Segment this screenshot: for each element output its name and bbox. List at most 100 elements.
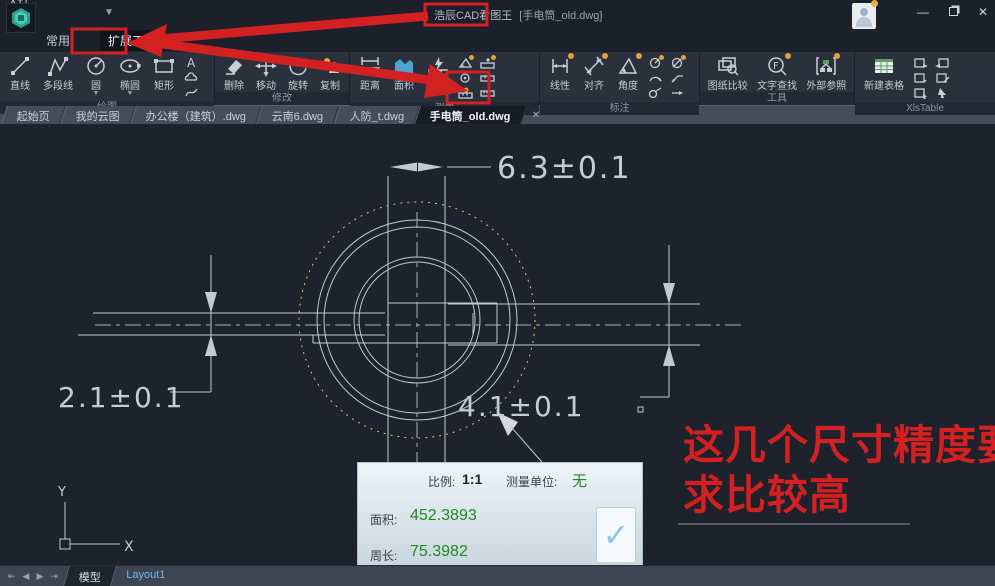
polyline-button[interactable]: 多段线 [37, 53, 79, 92]
measure-settings-icon-highlighted[interactable] [457, 87, 473, 99]
text-tool-icon[interactable]: A [183, 56, 199, 68]
annotation-line-2: 求比较高 [683, 470, 995, 520]
revision-cloud-icon[interactable] [183, 71, 199, 83]
doc-tab-renfang[interactable]: 人防_t.dwg [334, 106, 420, 124]
circle-button[interactable]: 圆 ▼ [79, 53, 113, 96]
checkmark-icon: ✓ [603, 516, 630, 554]
badge-dot [636, 53, 642, 59]
doc-tab-flashlight-active[interactable]: 手电筒_old.dwg [414, 106, 527, 124]
area-button[interactable]: 面积 [387, 53, 421, 92]
angle-measure-icon[interactable] [457, 57, 473, 69]
unit-label: 测量单位: [506, 473, 557, 490]
rotate-button[interactable]: 旋转 [282, 53, 314, 92]
layout-last-button[interactable]: ⇥ [50, 571, 58, 582]
line-icon [8, 55, 32, 77]
aligned-dim-icon [582, 55, 606, 77]
new-table-button[interactable]: 新建表格 [858, 53, 910, 92]
table-edit-icon[interactable] [934, 72, 950, 84]
titlebar: ATI ▼ 浩辰CAD看图王 [手电筒_old.dwg] — ✕ [0, 0, 995, 28]
ellipse-button[interactable]: 椭圆 ▼ [113, 53, 147, 96]
quick-menu-caret-icon[interactable]: ▼ [104, 7, 114, 18]
app-window: ATI ▼ 浩辰CAD看图王 [手电筒_old.dwg] — ✕ 常用 扩展工具 [0, 0, 995, 586]
drawing-canvas[interactable]: 6.3±0.1 2.1±0.1 4.1±0.1 Y X 这几个尺寸精度要 求比较… [0, 124, 995, 565]
diameter-dim-icon[interactable] [669, 57, 685, 69]
window-title: 浩辰CAD看图王 [手电筒_old.dwg] [430, 7, 602, 23]
avatar-body-icon [856, 17, 872, 27]
move-button[interactable]: 移动 [250, 53, 282, 92]
linear-dim-icon [548, 55, 572, 77]
text-find-icon: F [765, 55, 789, 77]
copy-button[interactable]: 复制 [314, 53, 346, 92]
group-measure: 距离 面积 弧长 [350, 52, 540, 104]
polyline-icon [46, 55, 70, 77]
avatar-head-icon [860, 8, 868, 16]
ruler-extra-icon[interactable] [479, 87, 495, 99]
mark-dim-icon[interactable] [669, 87, 685, 99]
arc-length-icon [426, 55, 450, 77]
arc-length-button[interactable]: 弧长 [421, 53, 455, 92]
rotate-icon [286, 55, 310, 77]
layout1-tab[interactable]: Layout1 [111, 566, 180, 586]
ordinate-dim-icon[interactable] [647, 87, 663, 99]
layout-prev-button[interactable]: ◀ [23, 571, 30, 582]
perimeter-label: 周长: [370, 547, 397, 564]
group-tools: 图纸比较 F 文字查找 外部参照 工具 [700, 52, 855, 104]
avatar-notification-badge [871, 0, 878, 7]
xref-button[interactable]: 外部参照 [802, 53, 851, 92]
xref-icon [814, 55, 838, 77]
tab-home[interactable]: 常用 [38, 30, 78, 51]
table-import-icon[interactable] [912, 57, 928, 69]
table-update-icon[interactable] [912, 72, 928, 84]
coordinate-measure-icon[interactable] [457, 72, 473, 84]
svg-text:A: A [187, 56, 196, 68]
model-tab[interactable]: 模型 [63, 566, 117, 586]
drawing-compare-button[interactable]: 图纸比较 [703, 53, 752, 92]
table-pick-icon[interactable] [934, 87, 950, 99]
table-select-icon[interactable] [912, 87, 928, 99]
drawing-compare-icon [716, 55, 740, 77]
line-button[interactable]: 直线 [3, 53, 37, 92]
doc-tab-close-icon[interactable]: ✕ [532, 110, 540, 121]
app-logo-icon[interactable] [6, 3, 36, 33]
rectangle-button[interactable]: 矩形 [147, 53, 181, 92]
confirm-button[interactable]: ✓ [596, 507, 636, 563]
unit-value: 无 [572, 470, 587, 491]
layout-next-button[interactable]: ▶ [36, 571, 43, 582]
text-find-button[interactable]: F 文字查找 [752, 53, 801, 92]
badge-dot [681, 55, 686, 60]
ellipse-dropdown-caret-icon[interactable]: ▼ [127, 92, 134, 96]
doc-tab-office-building[interactable]: 办公楼（建筑）.dwg [130, 106, 262, 124]
distance-button[interactable]: 距离 [353, 53, 387, 92]
aligned-dim-button[interactable]: 对齐 [577, 53, 611, 92]
erase-button[interactable]: 删除 [218, 53, 250, 92]
table-export-icon[interactable] [934, 57, 950, 69]
quick-measure-icon[interactable] [479, 57, 495, 69]
restore-button[interactable] [945, 5, 961, 19]
doc-tab-yunnan6[interactable]: 云南6.dwg [256, 106, 339, 124]
ucs-x-label: X [124, 539, 134, 555]
app-name: 浩辰CAD看图王 [430, 8, 516, 24]
tab-extended-tools[interactable]: 扩展工具 [100, 30, 164, 51]
arc-dim-icon[interactable] [647, 72, 663, 84]
user-avatar[interactable] [852, 3, 876, 29]
realtime-measure-icon[interactable] [479, 72, 495, 84]
leader-dim-icon[interactable] [669, 72, 685, 84]
circle-dropdown-caret-icon[interactable]: ▼ [93, 92, 100, 96]
perimeter-value: 75.3982 [410, 543, 468, 561]
badge-dot [491, 55, 496, 60]
measure-result-panel: 比例: 1:1 测量单位: 无 面积: 452.3893 周长: 75.3982… [357, 462, 643, 565]
ellipse-icon [118, 55, 142, 77]
freehand-draw-icon[interactable] [183, 86, 199, 98]
radius-dim-icon[interactable] [647, 57, 663, 69]
distance-icon [358, 55, 382, 77]
layout-first-button[interactable]: ⇤ [8, 571, 16, 582]
close-button[interactable]: ✕ [975, 5, 991, 19]
doc-tab-mycloud[interactable]: 我的云图 [60, 106, 136, 124]
move-icon [254, 55, 278, 77]
new-table-icon [872, 55, 896, 77]
angle-dim-button[interactable]: 角度 [611, 53, 645, 92]
linear-dim-button[interactable]: 线性 [543, 53, 577, 92]
minimize-button[interactable]: — [915, 5, 931, 19]
annotation-line-1: 这几个尺寸精度要 [683, 420, 995, 470]
doc-tab-start[interactable]: 起始页 [1, 106, 66, 124]
